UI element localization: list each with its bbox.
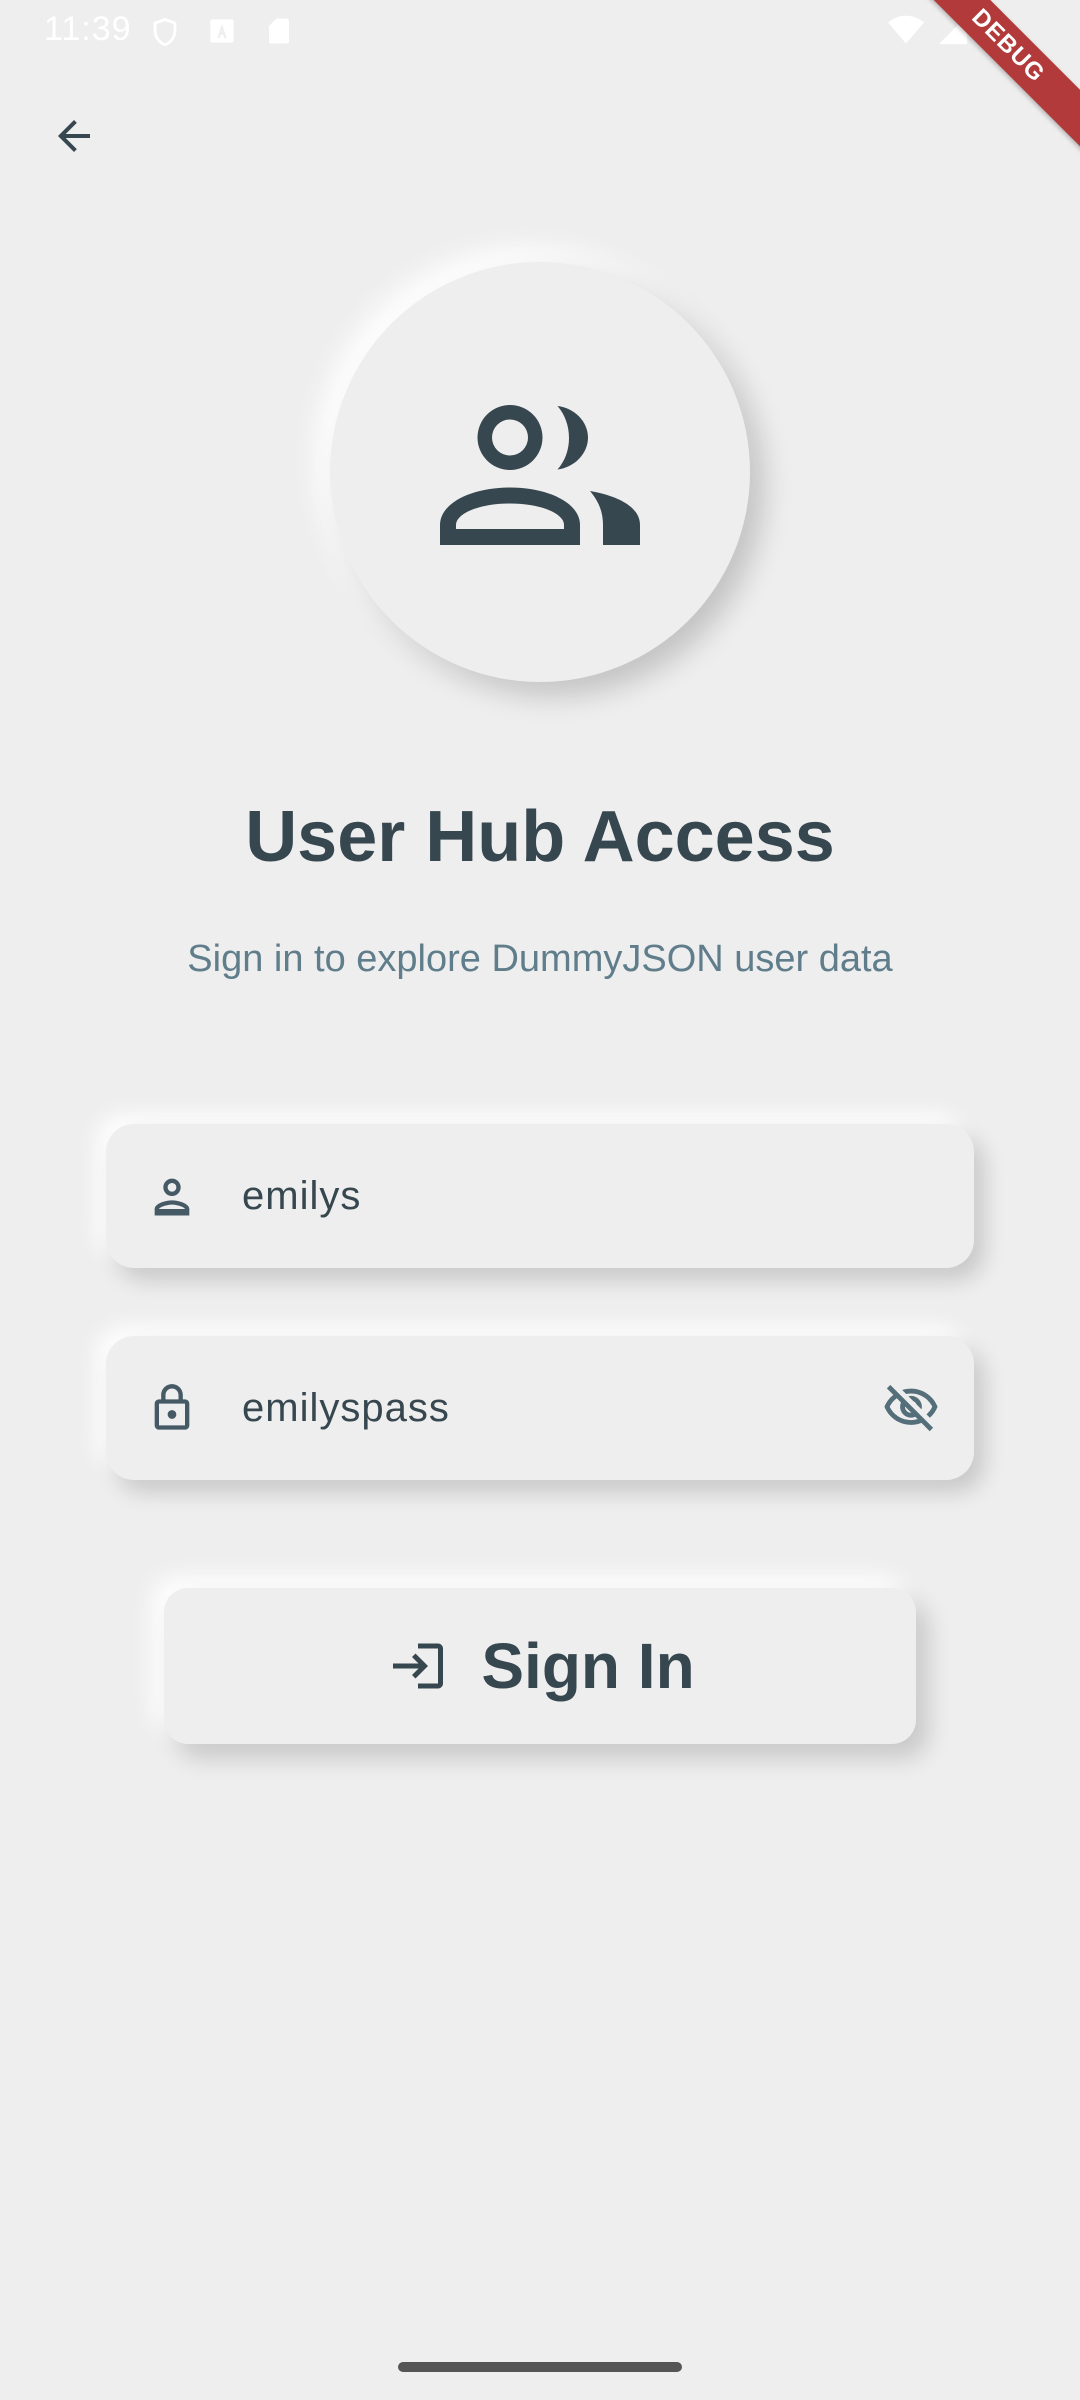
back-button[interactable] [34,98,114,178]
status-time: 11:39 [44,10,132,48]
visibility-off-icon[interactable] [876,1373,946,1443]
debug-label: DEBUG [920,0,1080,153]
avatar-circle [330,262,750,682]
sign-in-button[interactable]: Sign In [164,1588,916,1744]
arrow-left-icon [50,112,98,165]
page-subtitle: Sign in to explore DummyJSON user data [187,938,893,980]
status-bar: 11:39 [0,0,1080,62]
a-badge-icon [208,16,236,46]
person-icon [142,1166,202,1226]
page-title: User Hub Access [245,797,835,877]
username-field[interactable] [106,1124,974,1268]
login-screen: 11:39 DEBUG User Hub Access Sign in to e… [0,0,1080,2400]
shield-icon [148,14,182,50]
group-icon [440,395,640,550]
password-field[interactable] [106,1336,974,1480]
sd-card-icon [264,14,294,48]
lock-icon [142,1378,202,1438]
username-input[interactable] [242,1166,974,1226]
sign-in-label: Sign In [481,1630,695,1702]
password-input[interactable] [242,1378,876,1438]
login-icon [385,1633,451,1699]
home-indicator[interactable] [398,2362,682,2372]
debug-banner: DEBUG [920,0,1080,160]
